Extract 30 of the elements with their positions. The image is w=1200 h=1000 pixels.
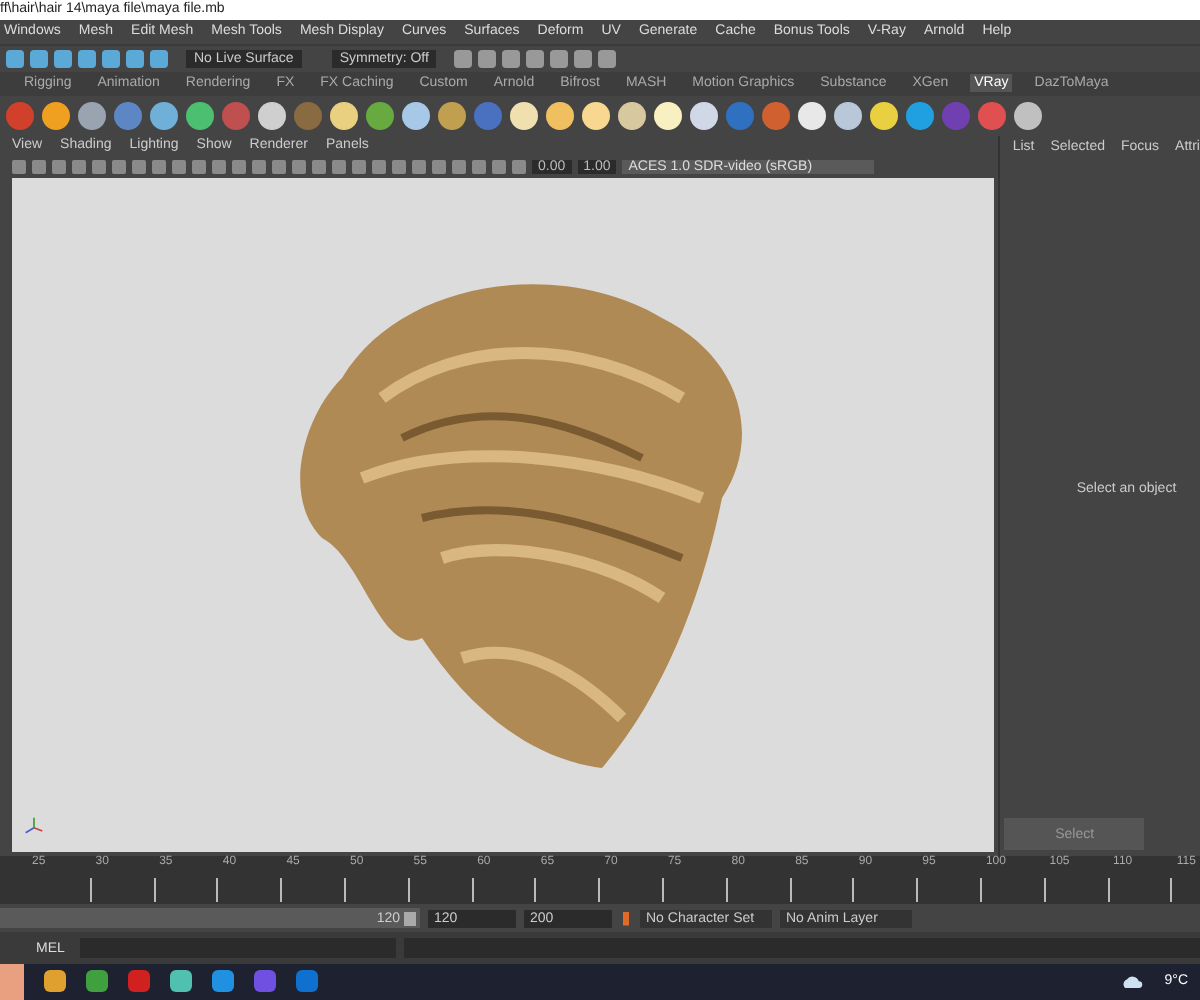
shelf-icon[interactable]: [798, 101, 826, 130]
shelf-icon[interactable]: [1014, 101, 1042, 130]
taskbar-app-icon[interactable]: [212, 970, 234, 993]
shelf-icon[interactable]: [78, 101, 106, 130]
shelf-icon[interactable]: [654, 101, 682, 130]
shelf-icon[interactable]: [42, 101, 70, 130]
shelf-icon[interactable]: [618, 101, 646, 130]
taskbar-app-icon[interactable]: [170, 970, 192, 993]
cloud-icon: [1120, 973, 1145, 990]
taskbar-app-icon[interactable]: [86, 970, 108, 993]
taskbar-app-icon[interactable]: [254, 970, 276, 993]
axis-icon: [24, 816, 44, 837]
shelf-icon[interactable]: [366, 101, 394, 130]
taskbar-app-icon[interactable]: [296, 970, 318, 993]
shelf-icon[interactable]: [150, 101, 178, 130]
taskbar-app-icon[interactable]: [128, 970, 150, 993]
shelf-icon[interactable]: [690, 101, 718, 130]
shelf-icon[interactable]: [258, 101, 286, 130]
avatar-thumbnail[interactable]: [0, 963, 24, 1000]
shelf-icon[interactable]: [186, 101, 214, 130]
shelf-icon[interactable]: [402, 101, 430, 130]
shelf-icon[interactable]: [546, 101, 574, 130]
shelf-icon[interactable]: [438, 101, 466, 130]
shelf-icon[interactable]: [834, 101, 862, 130]
shelf-icon[interactable]: [870, 101, 898, 130]
shelf-icon[interactable]: [330, 101, 358, 130]
shelf-icon[interactable]: [582, 101, 610, 130]
taskbar-app-icon[interactable]: [44, 970, 66, 993]
shelf-icon[interactable]: [510, 101, 538, 130]
character-icon[interactable]: [620, 908, 632, 929]
